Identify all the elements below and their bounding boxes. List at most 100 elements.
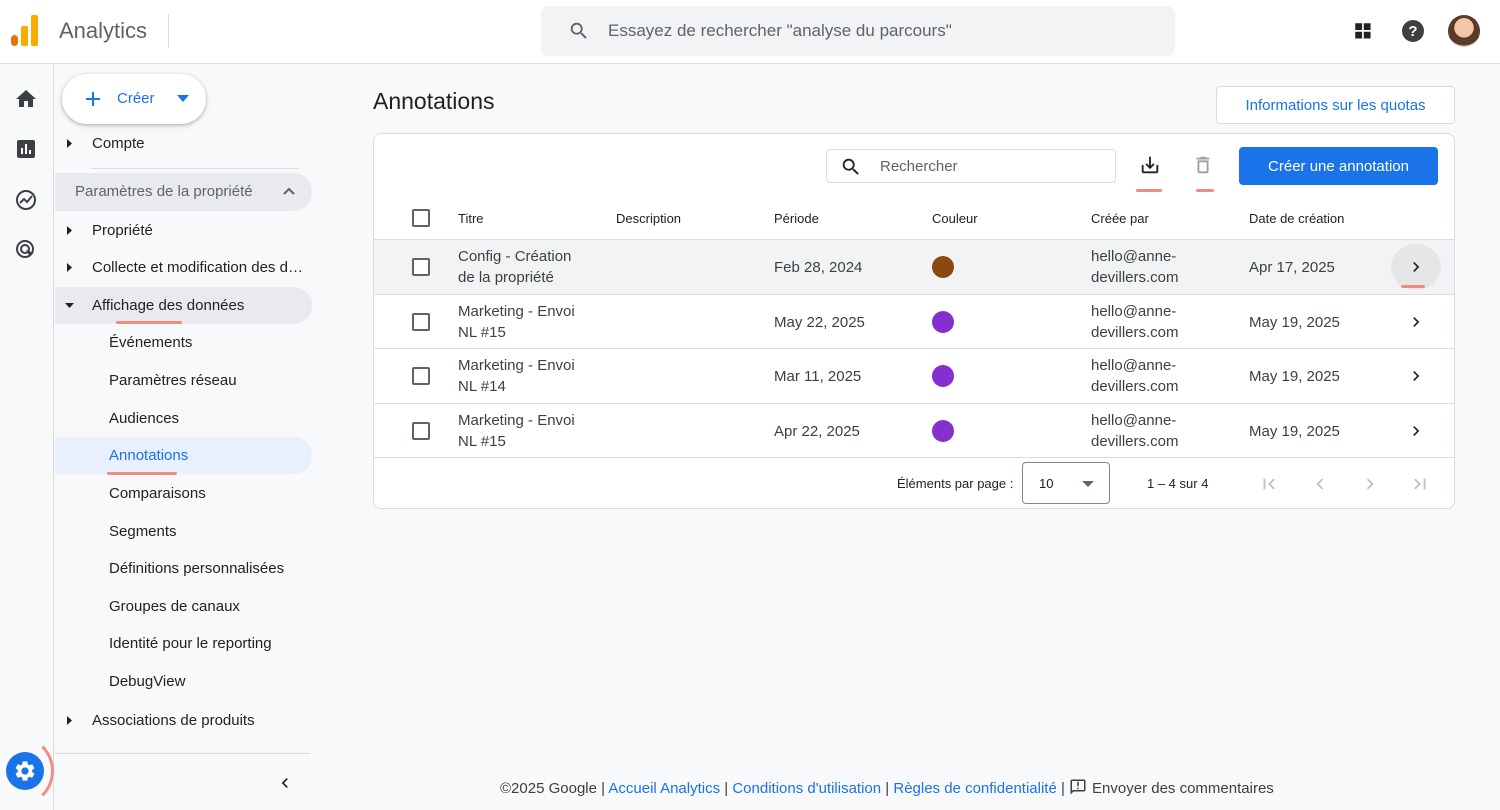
sidebar-subitem-reporting-identity[interactable]: Identité pour le reporting: [55, 625, 312, 662]
divider: [168, 14, 169, 48]
sidebar-item-label: Compte: [92, 135, 145, 152]
row-checkbox[interactable]: [412, 258, 430, 276]
column-header-created-on[interactable]: Date de création: [1249, 211, 1344, 226]
delete-icon[interactable]: [1192, 154, 1214, 176]
row-checkbox[interactable]: [412, 313, 430, 331]
sidebar-subitem-label: Segments: [109, 523, 177, 540]
footer-link-privacy[interactable]: Règles de confidentialité: [893, 780, 1056, 797]
previous-page-icon[interactable]: [1309, 473, 1331, 495]
sidebar-item-data-collection[interactable]: Collecte et modification des données: [55, 249, 312, 286]
footer-copyright: ©2025 Google |: [500, 780, 606, 797]
cell-title: Marketing - Envoi NL #15: [458, 412, 575, 450]
table-row[interactable]: Marketing - Envoi NL #14 Mar 11, 2025 he…: [374, 348, 1454, 403]
sidebar-subitem-audiences[interactable]: Audiences: [55, 400, 312, 437]
sidebar-item-product-links[interactable]: Associations de produits: [55, 702, 312, 739]
sidebar-item-label: Collecte et modification des données: [92, 259, 307, 276]
home-icon[interactable]: [14, 87, 38, 111]
sidebar-subitem-label: Définitions personnalisées: [109, 560, 285, 577]
cell-period: May 22, 2025: [774, 314, 865, 331]
help-icon[interactable]: ?: [1401, 19, 1425, 43]
column-header-created-by[interactable]: Créée par: [1091, 211, 1149, 226]
column-header-description[interactable]: Description: [616, 211, 681, 226]
row-open-button[interactable]: [1391, 244, 1441, 290]
sidebar-subitem-segments[interactable]: Segments: [55, 513, 312, 550]
sidebar-item-property[interactable]: Propriété: [55, 212, 312, 249]
search-icon: [842, 158, 859, 175]
cell-title: Marketing - Envoi NL #15: [458, 303, 575, 341]
sidebar-subitem-label: DebugView: [109, 673, 186, 690]
feedback-link[interactable]: Envoyer des commentaires: [1092, 780, 1274, 797]
column-header-title[interactable]: Titre: [458, 211, 484, 226]
sidebar-subitem-annotations[interactable]: Annotations: [55, 437, 312, 474]
caret-down-icon: [177, 95, 189, 102]
search-input[interactable]: Essayez de rechercher "analyse du parcou…: [608, 21, 952, 41]
annotation-mark-underline: [1196, 189, 1214, 192]
cell-title: Config - Création de la propriété: [458, 248, 572, 286]
row-checkbox[interactable]: [412, 367, 430, 385]
row-open-button[interactable]: [1391, 299, 1441, 345]
footer-link-terms[interactable]: Conditions d'utilisation: [732, 780, 881, 797]
sidebar-subitem-debugview[interactable]: DebugView: [55, 663, 312, 700]
caret-down-icon: [1082, 481, 1094, 487]
sidebar-item-label: Associations de produits: [92, 712, 255, 729]
annotation-mark-underline: [1401, 285, 1425, 288]
table-row[interactable]: Config - Création de la propriété Feb 28…: [374, 239, 1454, 294]
table-row[interactable]: Marketing - Envoi NL #15 May 22, 2025 he…: [374, 294, 1454, 349]
page-title: Annotations: [373, 88, 495, 114]
chevron-right-icon: [1413, 317, 1420, 327]
apps-grid-icon[interactable]: [1351, 19, 1375, 43]
reports-icon[interactable]: [14, 137, 38, 161]
page-size-select[interactable]: 10: [1022, 462, 1110, 504]
feedback-icon[interactable]: [1069, 778, 1087, 796]
next-page-icon[interactable]: [1359, 473, 1381, 495]
avatar[interactable]: [1448, 15, 1480, 47]
expand-arrow-icon: [67, 263, 72, 272]
sidebar-subitem-comparisons[interactable]: Comparaisons: [55, 475, 312, 512]
analytics-logo-icon[interactable]: [11, 15, 39, 47]
sidebar-item-account[interactable]: Compte: [55, 125, 312, 162]
svg-text:?: ?: [1408, 23, 1417, 40]
table-search-placeholder: Rechercher: [880, 158, 958, 175]
row-checkbox[interactable]: [412, 422, 430, 440]
footer-link-home[interactable]: Accueil Analytics: [608, 780, 720, 797]
explore-icon[interactable]: [14, 188, 38, 212]
divider: [55, 753, 310, 754]
global-search[interactable]: Essayez de rechercher "analyse du parcou…: [541, 6, 1175, 56]
sidebar-item-label: Affichage des données: [92, 297, 245, 314]
column-header-color[interactable]: Couleur: [932, 211, 978, 226]
sidebar-subitem-events[interactable]: Événements: [55, 324, 312, 361]
cell-created-by: hello@anne-devillers.com: [1091, 248, 1179, 286]
first-page-icon[interactable]: [1258, 473, 1280, 495]
quota-info-button[interactable]: Informations sur les quotas: [1216, 86, 1455, 124]
cell-created-on: May 19, 2025: [1249, 314, 1340, 331]
table-row[interactable]: Marketing - Envoi NL #15 Apr 22, 2025 he…: [374, 403, 1454, 458]
sidebar-section-property-settings[interactable]: Paramètres de la propriété: [55, 173, 312, 211]
collapse-arrow-icon: [65, 303, 74, 308]
select-all-checkbox[interactable]: [412, 209, 430, 227]
row-open-button[interactable]: [1391, 408, 1441, 454]
column-header-period[interactable]: Période: [774, 211, 819, 226]
chevron-right-icon: [1413, 262, 1420, 272]
cell-created-by: hello@anne-devillers.com: [1091, 357, 1179, 395]
expand-arrow-icon: [67, 226, 72, 235]
last-page-icon[interactable]: [1409, 473, 1431, 495]
color-swatch: [932, 256, 954, 278]
annotation-mark-underline: [1136, 189, 1162, 192]
color-swatch: [932, 365, 954, 387]
row-open-button[interactable]: [1391, 353, 1441, 399]
create-button[interactable]: Créer: [62, 74, 206, 124]
cell-created-on: Apr 17, 2025: [1249, 259, 1335, 276]
cell-created-on: May 19, 2025: [1249, 368, 1340, 385]
sidebar-subitem-custom-definitions[interactable]: Définitions personnalisées: [55, 550, 312, 587]
sidebar-subitem-network-settings[interactable]: Paramètres réseau: [55, 362, 312, 399]
create-annotation-button[interactable]: Créer une annotation: [1239, 147, 1438, 185]
app-title: Analytics: [59, 18, 148, 43]
cell-period: Feb 28, 2024: [774, 259, 863, 276]
advertising-icon[interactable]: [14, 238, 38, 262]
table-search-input[interactable]: Rechercher: [826, 149, 1116, 183]
chevron-left-icon[interactable]: [275, 773, 295, 793]
sidebar-item-data-display[interactable]: Affichage des données: [55, 287, 312, 324]
sidebar-subitem-label: Paramètres réseau: [109, 372, 237, 389]
download-icon[interactable]: [1139, 154, 1161, 176]
sidebar-subitem-channel-groups[interactable]: Groupes de canaux: [55, 588, 312, 625]
